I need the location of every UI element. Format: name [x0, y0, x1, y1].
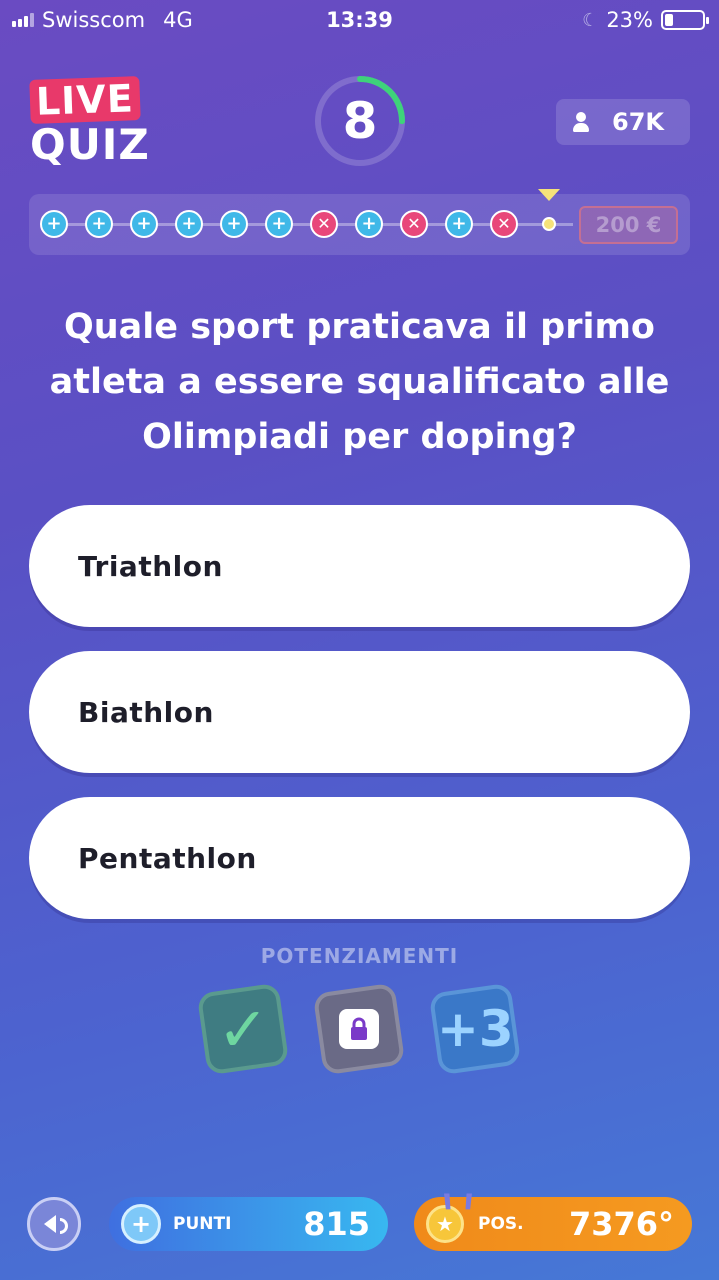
live-quiz-logo: LIVE QUIZ [29, 76, 150, 169]
question-progress: + + + + + + ✕ + ✕ + ✕ 200 € [29, 189, 690, 255]
points-label: PUNTI [173, 1214, 232, 1234]
sound-button[interactable] [27, 1197, 81, 1251]
correct-answer-icon: + [265, 210, 293, 238]
players-count-badge: 67K [556, 99, 690, 145]
check-powerup-button[interactable]: ✓ [196, 982, 290, 1076]
answer-option-1[interactable]: Triathlon [29, 505, 690, 627]
logo-quiz: QUIZ [30, 120, 150, 169]
wrong-answer-icon: ✕ [400, 210, 428, 238]
sound-wave-icon [60, 1218, 68, 1234]
players-count: 67K [612, 108, 664, 136]
question-text: Quale sport praticava il primo atleta a … [49, 307, 670, 457]
speaker-icon [44, 1215, 56, 1233]
correct-answer-icon: + [175, 210, 203, 238]
correct-answer-icon: + [355, 210, 383, 238]
check-icon: ✓ [217, 992, 269, 1066]
user-icon [572, 112, 590, 132]
answer-option-2[interactable]: Biathlon [29, 651, 690, 773]
position-label: POS. [478, 1214, 524, 1234]
points-bar: + PUNTI 815 [109, 1197, 388, 1251]
plus-three-powerup-button[interactable]: +3 [428, 982, 522, 1076]
battery-icon [661, 10, 709, 30]
do-not-disturb-icon: ☾ [582, 9, 599, 31]
status-bar: Swisscom 4G 13:39 ☾ 23% [0, 0, 719, 40]
prize-badge: 200 € [579, 206, 678, 244]
correct-answer-icon: + [85, 210, 113, 238]
lock-icon [339, 1009, 379, 1049]
medal-icon: ★ [426, 1193, 472, 1243]
wrong-answer-icon: ✕ [310, 210, 338, 238]
answer-option-3[interactable]: Pentathlon [29, 797, 690, 919]
correct-answer-icon: + [130, 210, 158, 238]
correct-answer-icon: + [220, 210, 248, 238]
powerups-title: POTENZIAMENTI [260, 944, 459, 968]
logo-live: LIVE [29, 76, 141, 124]
position-value: 7376° [568, 1205, 674, 1243]
countdown-timer: 8 [313, 74, 407, 168]
plus-three-icon: +3 [436, 1000, 514, 1058]
points-value: 815 [303, 1205, 370, 1243]
lock-powerup-button[interactable] [312, 982, 406, 1076]
points-plus-icon: + [121, 1204, 161, 1244]
current-position-marker [538, 189, 560, 201]
timer-value: 8 [342, 92, 378, 150]
wrong-answer-icon: ✕ [490, 210, 518, 238]
battery-percent: 23% [606, 8, 653, 32]
position-bar: ★ POS. 7376° [414, 1193, 692, 1251]
status-right: ☾ 23% [582, 8, 709, 32]
correct-answer-icon: + [40, 210, 68, 238]
correct-answer-icon: + [445, 210, 473, 238]
current-question-dot [542, 217, 556, 231]
